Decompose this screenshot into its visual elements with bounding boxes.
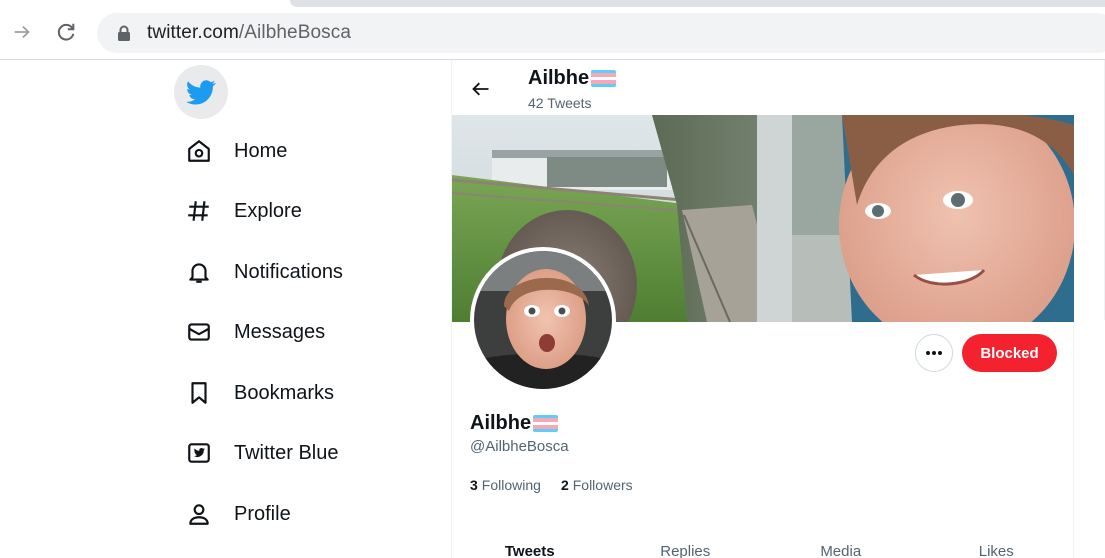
sidebar-item-label: Profile: [234, 502, 291, 525]
following-count: 3: [470, 477, 478, 493]
reload-icon: [57, 23, 75, 41]
display-name-text: Ailbhe: [470, 412, 532, 434]
bookmark-icon: [184, 378, 214, 408]
sidebar-item-twitter-blue[interactable]: Twitter Blue: [184, 431, 338, 475]
lock-icon: [117, 25, 133, 41]
arrow-left-icon: [472, 82, 489, 96]
sidebar-item-profile[interactable]: Profile: [184, 492, 291, 536]
url-path: /AilbheBosca: [238, 22, 352, 43]
url-host: twitter.com: [147, 22, 239, 43]
sidebar-item-bookmarks[interactable]: Bookmarks: [184, 371, 334, 415]
browser-chrome: twitter.com/AilbheBosca: [0, 0, 1105, 60]
header-name-text: Ailbhe: [528, 67, 590, 89]
sidebar-item-explore[interactable]: Explore: [184, 189, 302, 233]
sidebar-item-label: Notifications: [234, 260, 343, 283]
url-text: twitter.com/AilbheBosca: [147, 22, 351, 44]
right-panel-edge: [1074, 60, 1105, 558]
tab-strip: [290, 0, 1105, 7]
sidebar-item-messages[interactable]: Messages: [184, 310, 325, 354]
address-bar[interactable]: twitter.com/AilbheBosca: [97, 13, 1105, 53]
arrow-right-icon: [14, 25, 30, 39]
followers-link[interactable]: 2 Followers: [561, 477, 633, 493]
home-icon: [184, 136, 214, 166]
ellipsis-icon: [926, 351, 942, 355]
hashtag-icon: [184, 196, 214, 226]
tweet-count: 42 Tweets: [528, 95, 592, 111]
reload-button[interactable]: [52, 18, 80, 46]
back-button[interactable]: [466, 74, 496, 104]
forward-button[interactable]: [8, 18, 36, 46]
trans-flag-icon: [533, 415, 559, 432]
profile-column: Ailbhe 42 Tweets Blocked Ailbhe @AilbheB…: [451, 60, 1074, 558]
sidebar-item-label: Twitter Blue: [234, 441, 339, 464]
following-link[interactable]: 3 Following: [470, 477, 541, 493]
sidebar-item-label: Home: [234, 139, 288, 162]
more-options-button[interactable]: [915, 334, 953, 372]
profile-tabs: Tweets Replies Media Likes: [452, 532, 1074, 558]
tab-likes[interactable]: Likes: [919, 532, 1075, 558]
sidebar: Home Explore Notifications Messages Book…: [0, 60, 451, 558]
profile-header-bar: Ailbhe 42 Tweets: [452, 60, 1074, 115]
twitter-blue-icon: [184, 438, 214, 468]
profile-avatar[interactable]: [470, 247, 616, 393]
follow-stats: 3 Following 2 Followers: [470, 477, 653, 493]
twitter-bird-icon: [186, 80, 216, 105]
twitter-logo-button[interactable]: [174, 65, 228, 119]
trans-flag-icon: [591, 70, 617, 87]
blocked-button[interactable]: Blocked: [962, 334, 1057, 372]
display-name: Ailbhe: [470, 412, 559, 435]
following-label: Following: [481, 477, 541, 493]
sidebar-item-label: Explore: [234, 199, 302, 222]
tab-tweets[interactable]: Tweets: [452, 532, 608, 558]
sidebar-item-notifications[interactable]: Notifications: [184, 250, 343, 294]
envelope-icon: [184, 317, 214, 347]
bell-icon: [184, 257, 214, 287]
sidebar-item-label: Messages: [234, 320, 326, 343]
person-icon: [184, 499, 214, 529]
header-name: Ailbhe: [528, 67, 617, 90]
followers-count: 2: [560, 477, 569, 493]
sidebar-item-label: Bookmarks: [234, 381, 335, 404]
followers-label: Followers: [572, 477, 633, 493]
sidebar-item-home[interactable]: Home: [184, 129, 287, 173]
user-handle: @AilbheBosca: [470, 438, 569, 455]
tab-replies[interactable]: Replies: [608, 532, 764, 558]
tab-media[interactable]: Media: [763, 532, 919, 558]
